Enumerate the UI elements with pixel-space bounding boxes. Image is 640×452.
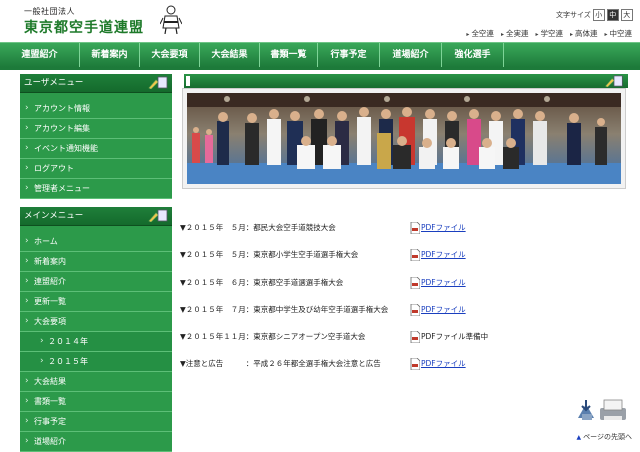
link-kotairen[interactable]: 高体連 bbox=[570, 28, 598, 39]
link-zenkuren[interactable]: 全空連 bbox=[466, 28, 494, 39]
main-block-header bbox=[180, 74, 628, 88]
nav-item-schedule[interactable]: 行事予定 bbox=[318, 43, 380, 67]
global-nav: 連盟紹介 新着案内 大会要項 大会結果 書類一覧 行事予定 道場紹介 強化選手 bbox=[0, 42, 640, 68]
nav-item-athletes[interactable]: 強化選手 bbox=[442, 43, 504, 67]
event-list: ▼２０１５年 ５月：都民大会空手道競技大会 PDFファイル ▼２０１５年 ５月：… bbox=[180, 222, 630, 386]
sidebar-subitem-2015[interactable]: ２０１５年 bbox=[20, 352, 172, 372]
nav-item-taikai-yoko[interactable]: 大会要項 bbox=[140, 43, 200, 67]
event-title: ▼２０１５年 ６月：東京都空手道選選手権大会 bbox=[180, 277, 344, 287]
event-title: ▼２０１５年１１月：東京都シニアオープン空手道大会 bbox=[180, 332, 366, 342]
pdf-link[interactable]: PDFファイル bbox=[421, 249, 466, 261]
site-header: 一般社団法人 東京都空手道連盟 文字サイズ 小 中 大 全空連 全実連 学空連 … bbox=[0, 0, 640, 42]
org-type-text: 一般社団法人 bbox=[24, 7, 75, 16]
pdf-file-icon bbox=[410, 222, 420, 234]
event-row: ▼２０１５年 ７月：東京都中学生及び幼年空手道選手権大会 PDFファイル bbox=[180, 303, 630, 331]
event-row: ▼２０１５年１１月：東京都シニアオープン空手道大会 PDFファイル準備中 bbox=[180, 331, 630, 358]
sidebar-item-news[interactable]: 新着案内 bbox=[20, 252, 172, 272]
event-row: ▼２０１５年 ５月：都民大会空手道競技大会 PDFファイル bbox=[180, 222, 630, 249]
edit-block-icon[interactable] bbox=[148, 76, 168, 89]
event-row: ▼２０１５年 ６月：東京都空手道選選手権大会 PDFファイル bbox=[180, 276, 630, 304]
main-menu-header: メインメニュー bbox=[20, 207, 172, 226]
font-size-large-button[interactable]: 大 bbox=[620, 9, 633, 21]
sidebar-item-home[interactable]: ホーム bbox=[20, 232, 172, 252]
pdf-link[interactable]: PDFファイル bbox=[421, 304, 466, 316]
sidebar-item-updates[interactable]: 更新一覧 bbox=[20, 292, 172, 312]
sidebar-subitem-2014[interactable]: ２０１４年 bbox=[20, 332, 172, 352]
event-title: ▼２０１５年 ７月：東京都中学生及び幼年空手道選手権大会 bbox=[180, 304, 389, 314]
sidebar: ユーザメニュー アカウント情報 アカウント編集 イベント通知機能 ログアウト 管… bbox=[20, 74, 172, 452]
pdf-entry[interactable]: PDFファイル bbox=[410, 303, 466, 316]
font-size-switcher: 文字サイズ 小 中 大 bbox=[556, 9, 633, 21]
font-size-small-button[interactable]: 小 bbox=[592, 9, 605, 21]
user-menu-header: ユーザメニュー bbox=[20, 74, 172, 93]
nav-item-news[interactable]: 新着案内 bbox=[80, 43, 140, 67]
pdf-entry[interactable]: PDFファイル bbox=[410, 249, 466, 262]
pdf-file-icon bbox=[410, 249, 420, 262]
pdf-entry: PDFファイル準備中 bbox=[410, 331, 489, 344]
event-row: ▼注意と広告 ：平成２６年都全選手権大会注意と広告 PDFファイル bbox=[180, 358, 630, 385]
pdf-pending-text: PDFファイル準備中 bbox=[421, 332, 489, 342]
sidebar-item-taikai-kekka[interactable]: 大会結果 bbox=[20, 372, 172, 392]
pdf-link[interactable]: PDFファイル bbox=[421, 277, 466, 289]
sidebar-item-account-edit[interactable]: アカウント編集 bbox=[20, 119, 172, 139]
banner-photo-frame bbox=[182, 88, 626, 189]
main-menu-title: メインメニュー bbox=[24, 211, 84, 221]
sidebar-item-schedule[interactable]: 行事予定 bbox=[20, 412, 172, 432]
pdf-entry[interactable]: PDFファイル bbox=[410, 358, 466, 371]
font-size-medium-button[interactable]: 中 bbox=[606, 9, 619, 21]
nav-item-dojo[interactable]: 道場紹介 bbox=[380, 43, 442, 67]
site-logo[interactable]: 一般社団法人 東京都空手道連盟 bbox=[24, 6, 144, 37]
sidebar-item-renmei[interactable]: 連盟紹介 bbox=[20, 272, 172, 292]
event-title: ▼２０１５年 ５月：都民大会空手道競技大会 bbox=[180, 223, 336, 232]
link-zenjitsuren[interactable]: 全実連 bbox=[501, 28, 529, 39]
pdf-link[interactable]: PDFファイル bbox=[421, 358, 466, 370]
edit-block-icon[interactable] bbox=[148, 209, 168, 222]
font-size-label: 文字サイズ bbox=[556, 11, 591, 19]
nav-item-taikai-kekka[interactable]: 大会結果 bbox=[200, 43, 260, 67]
nav-item-documents[interactable]: 書類一覧 bbox=[260, 43, 318, 67]
user-menu-title: ユーザメニュー bbox=[24, 78, 84, 88]
print-icon[interactable] bbox=[576, 398, 628, 422]
sidebar-item-event-notify[interactable]: イベント通知機能 bbox=[20, 139, 172, 159]
link-chukuren[interactable]: 中空連 bbox=[604, 28, 633, 39]
sidebar-item-admin-menu[interactable]: 管理者メニュー bbox=[20, 179, 172, 199]
pdf-file-icon bbox=[410, 358, 420, 371]
pdf-entry[interactable]: PDFファイル bbox=[410, 222, 466, 234]
pdf-file-icon bbox=[410, 276, 420, 289]
link-gakukuren[interactable]: 学空連 bbox=[535, 28, 563, 39]
pdf-link[interactable]: PDFファイル bbox=[421, 222, 466, 234]
sidebar-item-documents[interactable]: 書類一覧 bbox=[20, 392, 172, 412]
edit-block-icon[interactable] bbox=[604, 75, 624, 87]
pdf-entry[interactable]: PDFファイル bbox=[410, 276, 466, 289]
event-title: ▼２０１５年 ５月：東京都小学生空手道選手権大会 bbox=[180, 250, 359, 260]
event-row: ▼２０１５年 ５月：東京都小学生空手道選手権大会 PDFファイル bbox=[180, 249, 630, 276]
sidebar-item-account-info[interactable]: アカウント情報 bbox=[20, 99, 172, 119]
pdf-file-icon bbox=[410, 331, 420, 344]
page-top-link[interactable]: ページの先頭へ bbox=[577, 432, 632, 442]
karate-mascot-icon bbox=[160, 5, 182, 34]
event-title: ▼注意と広告 ：平成２６年都全選手権大会注意と広告 bbox=[180, 359, 381, 369]
affiliate-links: 全空連 全実連 学空連 高体連 中空連 bbox=[466, 28, 632, 39]
nav-underline bbox=[0, 67, 640, 70]
nav-item-renmei[interactable]: 連盟紹介 bbox=[0, 43, 80, 67]
sidebar-item-taikai-yoko[interactable]: 大会要項 bbox=[20, 312, 172, 332]
sidebar-item-dojo[interactable]: 道場紹介 bbox=[20, 432, 172, 452]
group-photo bbox=[187, 93, 621, 184]
pdf-file-icon bbox=[410, 303, 420, 316]
sidebar-item-logout[interactable]: ログアウト bbox=[20, 159, 172, 179]
org-name-text: 東京都空手道連盟 bbox=[24, 20, 144, 36]
